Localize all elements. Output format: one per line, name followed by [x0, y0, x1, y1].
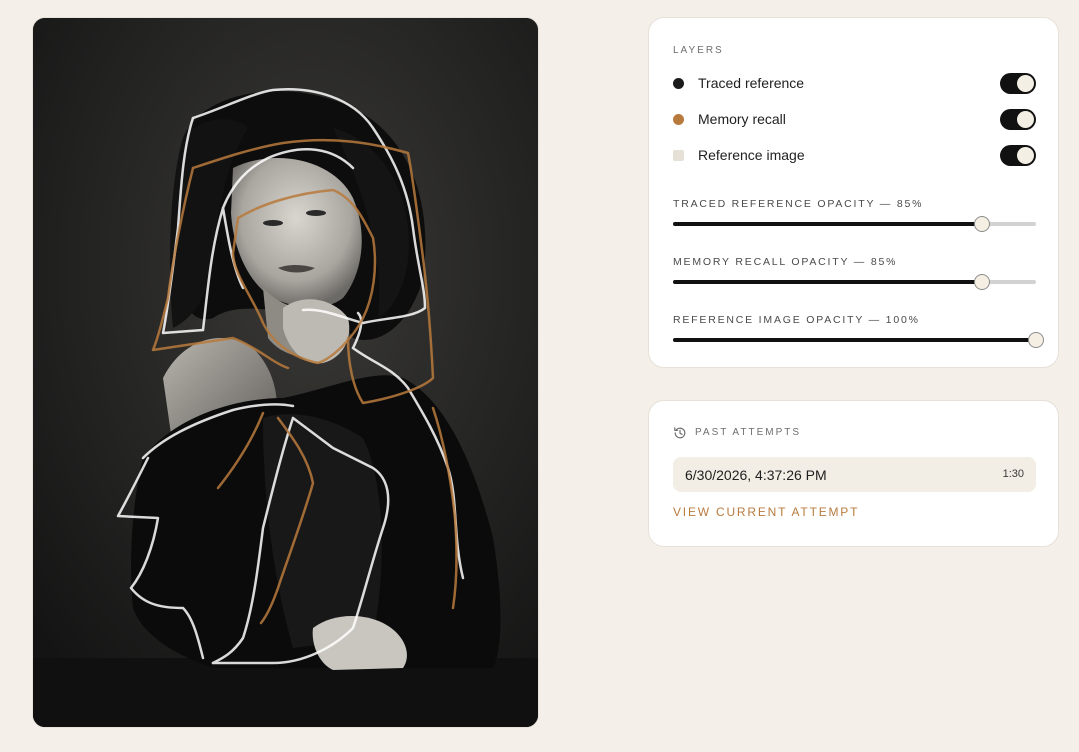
attempt-item[interactable]: 6/30/2026, 4:37:26 PM 1:30 [673, 457, 1036, 492]
slider-track[interactable] [673, 274, 1036, 290]
toggle-traced-reference[interactable] [1000, 73, 1036, 94]
reference-image-swatch [673, 150, 684, 161]
slider-thumb[interactable] [973, 216, 990, 232]
reference-image [33, 18, 538, 727]
toggle-reference-image[interactable] [1000, 145, 1036, 166]
layer-row-traced-reference: Traced reference [673, 72, 1036, 96]
layer-label-reference-image: Reference image [698, 147, 805, 163]
slider-thumb[interactable] [1028, 332, 1044, 348]
slider-label-traced-reference-opacity: TRACED REFERENCE OPACITY — 85% [673, 198, 924, 210]
slider-thumb[interactable] [973, 274, 990, 290]
layer-label-traced-reference: Traced reference [698, 75, 805, 91]
drawing-canvas[interactable] [33, 18, 538, 727]
canvas-svg[interactable] [33, 18, 538, 727]
layer-row-memory-recall: Memory recall [673, 108, 1036, 132]
slider-reference-image-opacity: REFERENCE IMAGE OPACITY — 100% [673, 314, 1044, 354]
past-attempts-heading: PAST ATTEMPTS [695, 427, 802, 438]
view-current-attempt-link[interactable]: VIEW CURRENT ATTEMPT [673, 505, 859, 519]
layer-label-memory-recall: Memory recall [698, 111, 786, 127]
layer-row-reference-image: Reference image [673, 144, 1036, 168]
past-attempts-panel: PAST ATTEMPTS 6/30/2026, 4:37:26 PM 1:30… [648, 400, 1059, 547]
slider-fill [673, 280, 982, 284]
memory-recall-dot [673, 114, 684, 125]
slider-traced-reference-opacity: TRACED REFERENCE OPACITY — 85% [673, 198, 1036, 238]
toggle-memory-recall[interactable] [1000, 109, 1036, 130]
attempt-duration: 1:30 [1002, 468, 1024, 480]
toggle-knob [1017, 111, 1034, 128]
layers-panel: LAYERS Traced reference Memory recall Re… [648, 17, 1059, 368]
history-icon [674, 427, 686, 439]
slider-fill [673, 338, 1036, 342]
attempt-date: 6/30/2026, 4:37:26 PM [685, 467, 827, 483]
toggle-knob [1017, 75, 1034, 92]
slider-fill [673, 222, 982, 226]
toggle-knob [1017, 147, 1034, 164]
slider-label-memory-recall-opacity: MEMORY RECALL OPACITY — 85% [673, 256, 898, 268]
traced-reference-dot [673, 78, 684, 89]
slider-label-reference-image-opacity: REFERENCE IMAGE OPACITY — 100% [673, 314, 920, 326]
slider-memory-recall-opacity: MEMORY RECALL OPACITY — 85% [673, 256, 1036, 296]
layers-heading: LAYERS [673, 45, 724, 56]
slider-track[interactable] [673, 332, 1044, 348]
slider-track[interactable] [673, 216, 1036, 232]
